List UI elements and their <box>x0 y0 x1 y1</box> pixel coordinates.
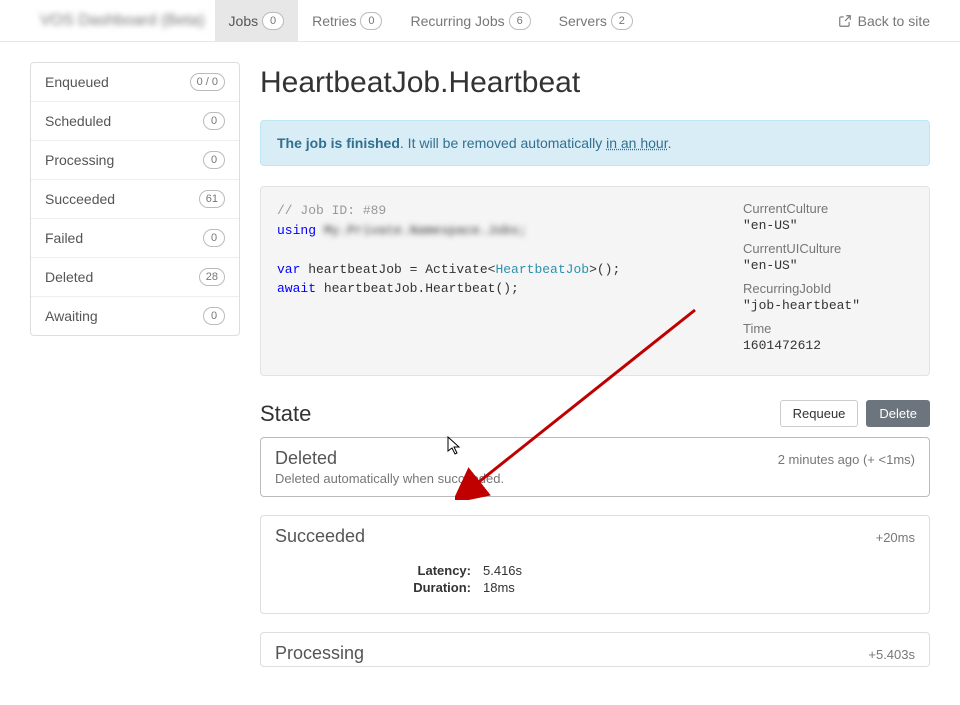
sidebar-item-processing[interactable]: Processing 0 <box>31 141 239 180</box>
job-parameters: CurrentCulture "en-US" CurrentUICulture "e… <box>743 201 913 361</box>
param-value: 1601472612 <box>743 338 913 353</box>
sidebar-item-scheduled[interactable]: Scheduled 0 <box>31 102 239 141</box>
sidebar-item-badge: 61 <box>199 190 225 208</box>
sidebar-item-label: Enqueued <box>45 74 109 90</box>
sidebar-item-enqueued[interactable]: Enqueued 0 / 0 <box>31 63 239 102</box>
sidebar-item-label: Scheduled <box>45 113 111 129</box>
param-key: CurrentUICulture <box>743 241 913 256</box>
main-content: HeartbeatJob.Heartbeat The job is finish… <box>260 62 930 685</box>
page-title: HeartbeatJob.Heartbeat <box>260 66 930 100</box>
state-time: +5.403s <box>868 647 915 662</box>
sidebar: Enqueued 0 / 0 Scheduled 0 Processing 0 … <box>30 62 240 685</box>
sidebar-item-badge: 0 / 0 <box>190 73 225 91</box>
nav-tab-badge: 0 <box>262 12 284 30</box>
param-key: CurrentCulture <box>743 201 913 216</box>
sidebar-item-failed[interactable]: Failed 0 <box>31 219 239 258</box>
sidebar-item-label: Failed <box>45 230 83 246</box>
external-link-icon <box>838 14 852 28</box>
nav-tab-servers[interactable]: Servers 2 <box>545 0 647 41</box>
state-card-succeeded: Succeeded +20ms Latency: 5.416s Duration:… <box>260 515 930 614</box>
sidebar-item-deleted[interactable]: Deleted 28 <box>31 258 239 297</box>
sidebar-item-label: Awaiting <box>45 308 98 324</box>
alert-time: in an hour <box>606 135 668 151</box>
sidebar-item-succeeded[interactable]: Succeeded 61 <box>31 180 239 219</box>
kv-key: Duration: <box>381 580 471 595</box>
top-navbar: VOS Dashboard (Beta) Jobs 0 Retries 0 Re… <box>0 0 960 42</box>
sidebar-item-awaiting[interactable]: Awaiting 0 <box>31 297 239 335</box>
param-key: Time <box>743 321 913 336</box>
requeue-button[interactable]: Requeue <box>780 400 859 427</box>
sidebar-item-badge: 0 <box>203 229 225 247</box>
param-value: "job-heartbeat" <box>743 298 913 313</box>
state-time: 2 minutes ago (+ <1ms) <box>778 452 915 467</box>
state-title: Succeeded <box>275 526 365 547</box>
sidebar-item-badge: 0 <box>203 112 225 130</box>
job-finished-alert: The job is finished. It will be removed … <box>260 120 930 166</box>
job-definition-panel: // Job ID: #89 using My.Private.Namespac… <box>260 186 930 376</box>
job-code: // Job ID: #89 using My.Private.Namespac… <box>277 201 731 361</box>
state-card-processing: Processing +5.403s <box>260 632 930 667</box>
sidebar-item-label: Succeeded <box>45 191 115 207</box>
alert-rest: . It will be removed automatically <box>400 135 606 151</box>
sidebar-item-label: Deleted <box>45 269 93 285</box>
nav-tab-badge: 6 <box>509 12 531 30</box>
delete-button[interactable]: Delete <box>866 400 930 427</box>
nav-tab-badge: 0 <box>360 12 382 30</box>
nav-tab-retries[interactable]: Retries 0 <box>298 0 396 41</box>
back-to-site-link[interactable]: Back to site <box>828 0 940 41</box>
brand-title: VOS Dashboard (Beta) <box>30 0 215 41</box>
alert-lead: The job is finished <box>277 135 400 151</box>
nav-tab-recurring[interactable]: Recurring Jobs 6 <box>396 0 544 41</box>
nav-tab-label: Jobs <box>229 13 259 29</box>
state-heading: State <box>260 401 311 427</box>
back-to-site-label: Back to site <box>858 13 930 29</box>
sidebar-item-label: Processing <box>45 152 114 168</box>
sidebar-item-badge: 0 <box>203 151 225 169</box>
state-time: +20ms <box>876 530 915 545</box>
state-reason: Deleted automatically when succeeded. <box>261 471 929 496</box>
nav-tab-label: Servers <box>559 13 607 29</box>
nav-tab-badge: 2 <box>611 12 633 30</box>
param-key: RecurringJobId <box>743 281 913 296</box>
param-value: "en-US" <box>743 218 913 233</box>
nav-tab-label: Recurring Jobs <box>410 13 504 29</box>
kv-value: 5.416s <box>483 563 522 578</box>
nav-tab-jobs[interactable]: Jobs 0 <box>215 0 299 41</box>
sidebar-item-badge: 0 <box>203 307 225 325</box>
alert-tail: . <box>668 135 672 151</box>
state-card-deleted: Deleted 2 minutes ago (+ <1ms) Deleted a… <box>260 437 930 497</box>
param-value: "en-US" <box>743 258 913 273</box>
state-title: Deleted <box>275 448 337 469</box>
sidebar-item-badge: 28 <box>199 268 225 286</box>
kv-value: 18ms <box>483 580 515 595</box>
kv-key: Latency: <box>381 563 471 578</box>
nav-tab-label: Retries <box>312 13 356 29</box>
state-title: Processing <box>275 643 364 664</box>
